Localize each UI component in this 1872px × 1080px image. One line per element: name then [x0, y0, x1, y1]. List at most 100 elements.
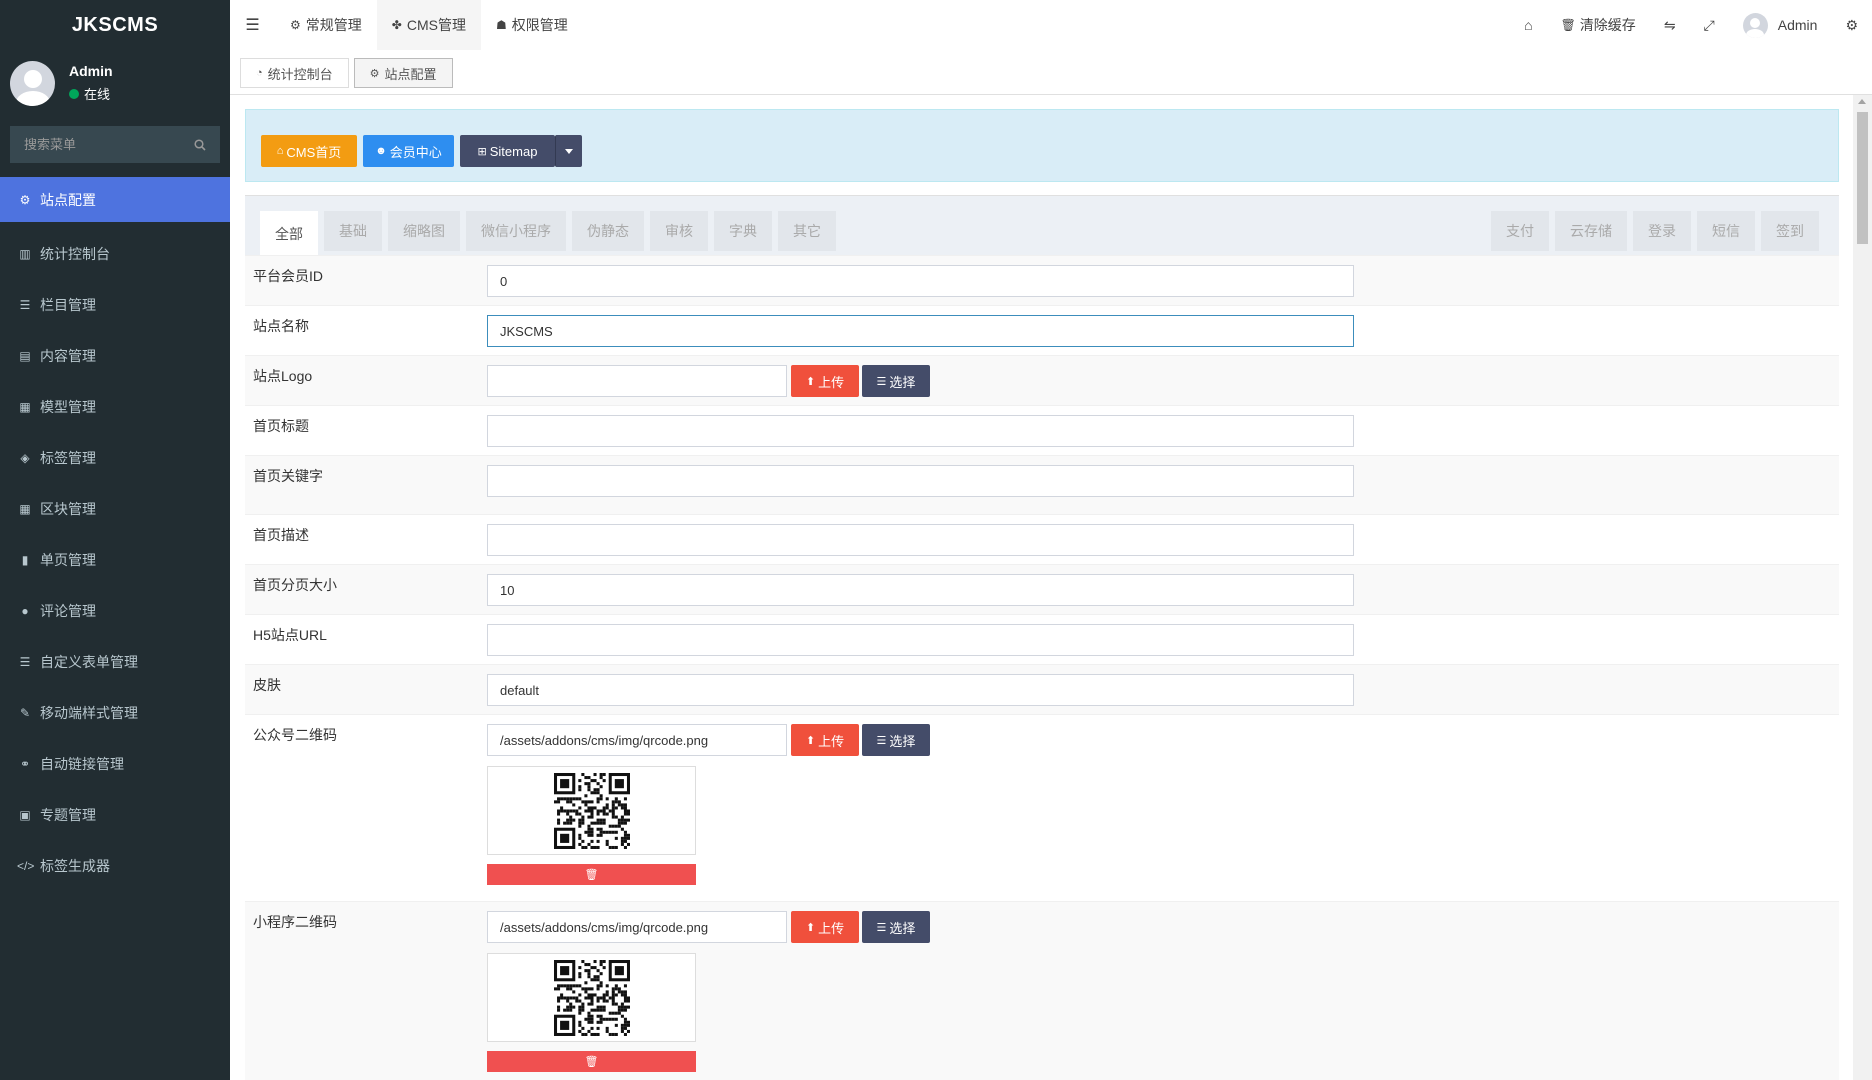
control-sidebar-gear-icon[interactable]: ⚙ — [1831, 17, 1872, 34]
sidebar-item-pages[interactable]: ▮ 单页管理 — [0, 534, 230, 585]
grid-icon: ▦ — [19, 399, 31, 414]
list-icon: ☰ — [19, 297, 31, 312]
mini-qrcode-upload-button[interactable]: ⬆ 上传 — [791, 911, 859, 943]
page-size-input[interactable] — [487, 574, 1354, 606]
caret-down-icon — [565, 148, 573, 154]
field-label: 皮肤 — [253, 677, 281, 693]
config-tabs: 全部 基础 缩略图 微信小程序 伪静态 审核 字典 其它 支付 云存储 登录 短… — [245, 195, 1839, 256]
config-tab-signin[interactable]: 签到 — [1761, 211, 1819, 251]
sidebar: JKSCMS Admin 在线 ⚙ 站点配置 ▥ 统计控制台 ☰ 栏目管理 ▤ 内容管理… — [0, 0, 230, 1080]
config-tab-rewrite[interactable]: 伪静态 — [572, 211, 644, 251]
tab-site-config[interactable]: ⚙ 站点配置 — [353, 58, 453, 88]
mini-qrcode-delete-button[interactable]: 🗑 — [487, 1051, 696, 1072]
config-tab-payment[interactable]: 支付 — [1491, 211, 1549, 251]
scrollbar-thumb[interactable] — [1857, 112, 1868, 244]
home-icon[interactable]: ⌂ — [1510, 17, 1546, 33]
logo-select-button[interactable]: ☰ 选择 — [862, 365, 930, 397]
top-nav-general[interactable]: ⚙ 常规管理 — [275, 0, 377, 50]
clear-cache-button[interactable]: 🗑 清除缓存 — [1547, 15, 1650, 35]
sidebar-item-specials[interactable]: ▣ 专题管理 — [0, 789, 230, 840]
sidebar-item-autolinks[interactable]: ⚭ 自动链接管理 — [0, 738, 230, 789]
page-tabbar: ◔ 统计控制台 ⚙ 站点配置 — [230, 50, 1872, 95]
search-icon[interactable] — [194, 138, 206, 151]
select-label: 选择 — [889, 374, 916, 390]
config-tab-wechat-mini[interactable]: 微信小程序 — [466, 211, 566, 251]
qrcode-image — [554, 773, 630, 849]
sidebar-item-label: 模型管理 — [40, 398, 96, 415]
scroll-up-arrow-icon[interactable] — [1858, 99, 1866, 104]
config-tab-all[interactable]: 全部 — [260, 211, 318, 256]
config-tab-sms[interactable]: 短信 — [1697, 211, 1755, 251]
logo-upload-button[interactable]: ⬆ 上传 — [791, 365, 859, 397]
cms-home-button[interactable]: ⌂ CMS首页 — [261, 135, 357, 167]
config-tab-basic[interactable]: 基础 — [324, 211, 382, 251]
sidebar-item-mobile-styles[interactable]: ✎ 移动端样式管理 — [0, 687, 230, 738]
trash-icon: 🗑 — [1560, 18, 1576, 32]
top-nav-cms[interactable]: ✤ CMS管理 — [376, 0, 481, 50]
menu-search-input[interactable] — [24, 137, 174, 152]
sidebar-item-tag-generator[interactable]: </> 标签生成器 — [0, 840, 230, 891]
mini-qrcode-preview — [487, 953, 696, 1042]
mp-qrcode-upload-button[interactable]: ⬆ 上传 — [791, 724, 859, 756]
home-keywords-input[interactable] — [487, 465, 1354, 497]
upload-label: 上传 — [818, 733, 845, 749]
online-dot-icon — [69, 88, 79, 99]
sidebar-item-content[interactable]: ▤ 内容管理 — [0, 330, 230, 381]
mp-qrcode-input[interactable] — [487, 724, 787, 756]
config-tab-other[interactable]: 其它 — [778, 211, 836, 251]
config-tab-cloud-storage[interactable]: 云存储 — [1555, 211, 1627, 251]
mp-qrcode-select-button[interactable]: ☰ 选择 — [862, 724, 930, 756]
member-id-input[interactable] — [487, 265, 1354, 297]
sidebar-item-blocks[interactable]: ▦ 区块管理 — [0, 483, 230, 534]
sidebar-item-channels[interactable]: ☰ 栏目管理 — [0, 279, 230, 330]
sidebar-item-label: 标签生成器 — [40, 857, 110, 874]
select-label: 选择 — [889, 733, 916, 749]
trash-icon: 🗑 — [584, 869, 599, 881]
sitemap-label: Sitemap — [489, 143, 538, 159]
member-center-button[interactable]: ☻ 会员中心 — [363, 135, 454, 167]
user-icon: ☻ — [375, 145, 387, 157]
newspaper-icon: ▣ — [19, 807, 31, 822]
sitemap-button[interactable]: ⊞ Sitemap — [460, 135, 555, 167]
h5-url-input[interactable] — [487, 624, 1354, 656]
mini-qrcode-select-button[interactable]: ☰ 选择 — [862, 911, 930, 943]
sidebar-item-stats-console[interactable]: ▥ 统计控制台 — [0, 228, 230, 279]
list-icon: ☰ — [876, 734, 887, 747]
mp-qrcode-delete-button[interactable]: 🗑 — [487, 864, 696, 885]
app-logo[interactable]: JKSCMS — [0, 0, 230, 50]
form-row-mini-qrcode: 小程序二维码 ⬆上传 ☰选择 🗑 — [245, 901, 1839, 1080]
config-tab-thumbnail[interactable]: 缩略图 — [388, 211, 460, 251]
config-tab-audit[interactable]: 审核 — [650, 211, 708, 251]
trash-icon: 🗑 — [584, 1056, 599, 1068]
config-tab-login[interactable]: 登录 — [1633, 211, 1691, 251]
sidebar-item-label: 单页管理 — [40, 551, 96, 568]
sidebar-item-label: 栏目管理 — [40, 296, 96, 313]
sitemap-dropdown-toggle[interactable] — [555, 135, 582, 167]
group-icon: ☗ — [495, 18, 507, 32]
user-menu[interactable]: Admin — [1729, 12, 1832, 38]
config-tab-dictionary[interactable]: 字典 — [714, 211, 772, 251]
sitemap-icon: ⊞ — [477, 145, 487, 158]
skin-input[interactable] — [487, 674, 1354, 706]
form-row-home-title: 首页标题 — [245, 405, 1839, 455]
sidebar-item-models[interactable]: ▦ 模型管理 — [0, 381, 230, 432]
sidebar-toggle-icon[interactable]: ☰ — [230, 15, 275, 35]
upload-icon: ⬆ — [805, 375, 816, 388]
fullscreen-icon[interactable]: ⤢ — [1690, 17, 1729, 34]
cogs-icon: ⚙ — [369, 67, 380, 80]
tab-stats-console[interactable]: ◔ 统计控制台 — [240, 58, 349, 88]
mini-qrcode-input[interactable] — [487, 911, 787, 943]
top-nav-auth[interactable]: ☗ 权限管理 — [481, 0, 583, 50]
home-description-input[interactable] — [487, 524, 1354, 556]
sidebar-item-comments[interactable]: ● 评论管理 — [0, 585, 230, 636]
site-name-input[interactable] — [487, 315, 1354, 347]
page-scrollbar[interactable] — [1853, 95, 1872, 1080]
sidebar-item-tags[interactable]: ◈ 标签管理 — [0, 432, 230, 483]
home-title-input[interactable] — [487, 415, 1354, 447]
upload-label: 上传 — [818, 374, 845, 390]
language-icon[interactable]: ⇋ — [1650, 17, 1690, 34]
sidebar-item-site-config[interactable]: ⚙ 站点配置 — [0, 177, 230, 222]
site-logo-input[interactable] — [487, 365, 787, 397]
form-row-home-description: 首页描述 — [245, 514, 1839, 564]
sidebar-item-custom-forms[interactable]: ☰ 自定义表单管理 — [0, 636, 230, 687]
